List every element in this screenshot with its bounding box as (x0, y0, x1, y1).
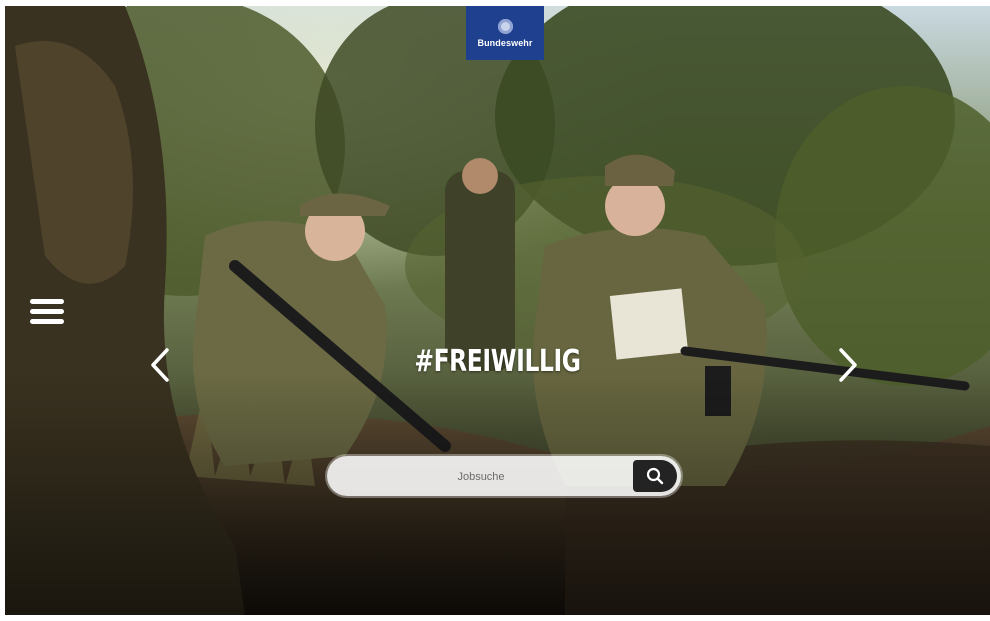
search-icon (646, 467, 664, 485)
search-button[interactable] (633, 460, 677, 492)
menu-bar (30, 299, 64, 304)
hero-slider: Bundeswehr #FREIWILLIG (5, 6, 990, 615)
job-search-bar (327, 456, 681, 496)
logo-text: Bundeswehr (477, 37, 533, 48)
eagle-emblem-icon (497, 18, 513, 34)
menu-bar (30, 319, 64, 324)
hamburger-menu-icon[interactable] (30, 299, 64, 329)
hero-background-photo (5, 6, 990, 615)
bundeswehr-logo[interactable]: Bundeswehr (466, 6, 544, 60)
job-search-input[interactable] (327, 456, 635, 496)
menu-bar (30, 309, 64, 314)
hero-headline: #FREIWILLIG (414, 344, 581, 379)
